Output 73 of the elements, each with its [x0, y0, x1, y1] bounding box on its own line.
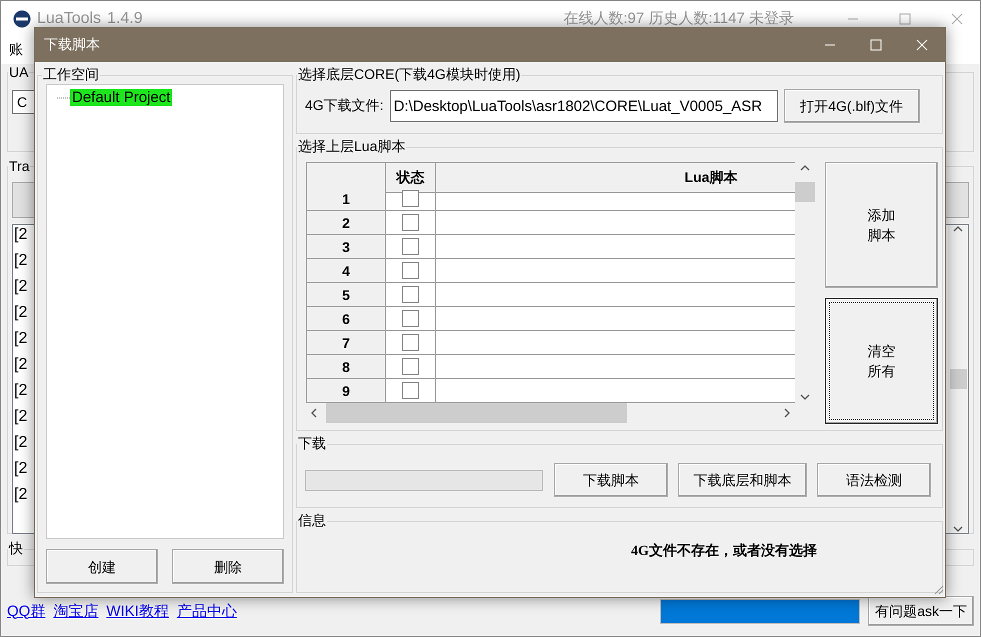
download-button[interactable]: 下载脚本 [554, 463, 668, 497]
log-line: [2 [14, 277, 28, 297]
file-path-field[interactable]: D:\Desktop\LuaTools\asr1802\CORE\Luat_V0005_ASR [390, 90, 778, 122]
row-checkbox[interactable] [402, 214, 419, 231]
tree-line-icon [57, 96, 70, 98]
scroll-up-icon[interactable] [800, 164, 810, 172]
group-label: 选择底层CORE(下载4G模块时使用) [297, 66, 522, 84]
row-checkbox[interactable] [402, 190, 419, 207]
log-line: [2 [14, 329, 28, 349]
row-number: 9 [307, 379, 386, 403]
script-action-button[interactable]: 添加脚本 [825, 162, 938, 288]
row-number: 8 [307, 355, 386, 379]
link[interactable]: 淘宝店 [53, 602, 98, 620]
log-line: [2 [14, 407, 28, 427]
scroll-thumb[interactable] [326, 403, 627, 423]
link[interactable]: 产品中心 [176, 602, 237, 620]
app-version: 1.4.9 [107, 10, 143, 28]
row-checkbox[interactable] [402, 310, 419, 327]
log-line: [2 [14, 459, 28, 479]
app-logo-icon [13, 10, 31, 28]
row-checkbox[interactable] [402, 286, 419, 303]
scroll-down-icon[interactable] [953, 525, 963, 533]
workspace-button[interactable]: 创建 [46, 549, 158, 584]
column-header: Lua脚本 [436, 163, 795, 193]
group-label: 下载 [297, 435, 327, 453]
field-label: 4G下载文件: [305, 97, 384, 115]
scroll-thumb[interactable] [795, 182, 815, 202]
tree-item[interactable]: Default Project [70, 89, 172, 106]
row-checkbox[interactable] [402, 238, 419, 255]
download-button[interactable]: 下载底层和脚本 [678, 463, 807, 497]
row-checkbox[interactable] [402, 358, 419, 375]
row-checkbox[interactable] [402, 382, 419, 399]
row-number: 2 [307, 211, 386, 235]
resize-grip-icon[interactable] [932, 583, 944, 595]
group-label: UA [8, 64, 30, 80]
log-line: [2 [14, 433, 28, 453]
log-line: [2 [14, 225, 28, 245]
column-header: 状态 [386, 163, 436, 193]
scroll-right-icon[interactable] [783, 408, 791, 418]
group-label: 工作空间 [42, 66, 100, 84]
group-label: 信息 [297, 512, 327, 530]
log-line: [2 [14, 485, 28, 505]
download-button[interactable]: 语法检测 [817, 463, 931, 497]
row-number: 4 [307, 259, 386, 283]
group-label: 选择上层Lua脚本 [297, 138, 406, 156]
row-checkbox[interactable] [402, 262, 419, 279]
row-number: 3 [307, 235, 386, 259]
ask-button[interactable]: 有问题ask一下 [868, 596, 974, 626]
online-status: 在线人数:97 历史人数:1147 未登录 [563, 9, 794, 28]
app-title: LuaTools [37, 10, 102, 28]
open-file-button[interactable]: 打开4G(.blf)文件 [784, 89, 920, 123]
row-number: 7 [307, 331, 386, 355]
group-label: Tra [8, 158, 30, 174]
script-action-button[interactable]: 清空所有 [825, 298, 938, 424]
log-line: [2 [14, 355, 28, 375]
scroll-thumb[interactable] [950, 369, 966, 389]
row-number: 6 [307, 307, 386, 331]
link[interactable]: WIKI教程 [106, 602, 169, 620]
scroll-left-icon[interactable] [310, 408, 318, 418]
info-message: 4G文件不存在，或者没有选择 [631, 542, 818, 560]
log-line: [2 [14, 303, 28, 323]
scrollbar[interactable] [948, 225, 968, 533]
row-checkbox[interactable] [402, 334, 419, 351]
workspace-button[interactable]: 删除 [172, 549, 284, 584]
link[interactable]: QQ群 [7, 602, 46, 620]
scroll-down-icon[interactable] [800, 393, 810, 401]
group-label: 快 [8, 540, 24, 558]
row-number: 5 [307, 283, 386, 307]
log-line: [2 [14, 381, 28, 401]
menu-item[interactable]: 账 [9, 41, 23, 59]
log-line: [2 [14, 251, 28, 271]
scroll-up-icon[interactable] [953, 225, 963, 233]
dialog-title: 下载脚本 [44, 36, 101, 54]
